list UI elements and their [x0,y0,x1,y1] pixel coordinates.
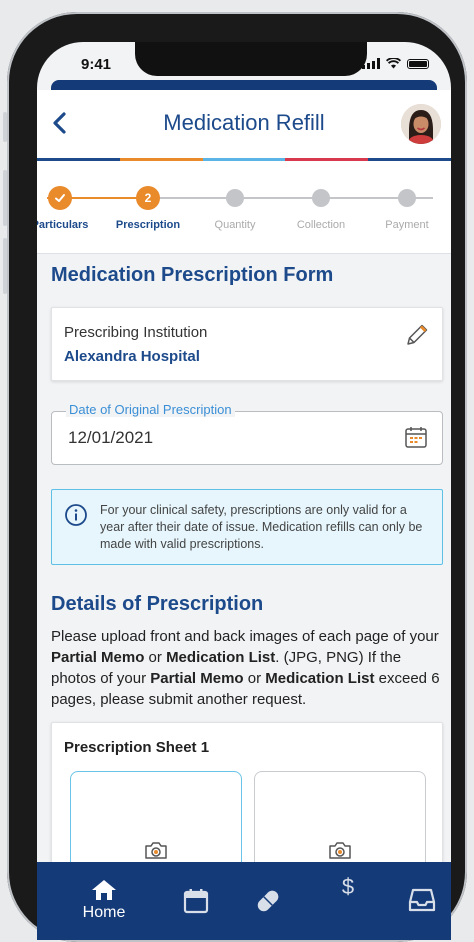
volume-down-button [3,238,7,294]
battery-icon [407,58,429,69]
step-quantity: Quantity [185,186,285,231]
step-pending-dot [226,189,244,207]
volume-up-button [3,170,7,226]
validity-info-box: For your clinical safety, prescriptions … [51,489,443,565]
dollar-icon: $ [341,874,355,899]
step-payment: Payment [357,186,451,231]
prescribing-institution-card: Prescribing Institution Alexandra Hospit… [51,307,443,381]
step-label: Payment [385,219,429,231]
step-pending-dot [312,189,330,207]
tab-home[interactable]: Home [63,862,145,940]
step-number: 2 [136,186,160,210]
phone-frame: 9:41 Medication Refill Particulars 2 Pre… [3,12,467,942]
edit-institution-button[interactable] [404,322,430,348]
sheet-title: Prescription Sheet 1 [64,739,210,756]
form-title: Medication Prescription Form [51,264,334,286]
step-label: Quantity [214,219,256,231]
step-complete-dot [48,186,72,210]
date-value[interactable]: 12/01/2021 [68,428,153,448]
info-text: For your clinical safety, prescriptions … [100,503,423,551]
step-pending-dot [398,189,416,207]
tab-appointments[interactable] [155,862,237,940]
date-picker-button[interactable] [404,425,428,449]
pill-icon [257,890,279,912]
inbox-icon [408,888,436,912]
notch [135,42,367,76]
tab-label: Home [82,904,126,921]
pencil-icon [407,324,428,345]
date-field-label: Date of Original Prescription [66,402,235,417]
mute-switch [3,112,7,142]
details-title: Details of Prescription [51,593,264,615]
step-label: Collection [296,219,346,231]
app-header: Medication Refill [37,90,451,160]
step-collection: Collection [271,186,371,231]
progress-stepper: Particulars 2 Prescription Quantity Coll… [37,161,451,254]
upload-instructions: Please upload front and back images of e… [51,628,440,708]
camera-icon [145,842,167,859]
step-label: Prescription [115,219,181,231]
user-avatar-icon [401,104,441,144]
tab-inbox[interactable] [381,862,451,940]
form-content: Medication Prescription Form Prescribing… [51,264,443,940]
tab-medications[interactable] [227,862,309,940]
header-accent-strip [51,80,437,90]
info-icon [65,504,87,526]
institution-value: Alexandra Hospital [64,348,200,365]
institution-label: Prescribing Institution [64,324,208,341]
app-screen: 9:41 Medication Refill Particulars 2 Pre… [37,42,451,940]
tab-payments[interactable]: $ [307,862,389,940]
home-icon [92,880,116,900]
status-icons [362,58,429,69]
bottom-tab-bar: Home $ [37,862,451,940]
step-prescription[interactable]: 2 Prescription [98,186,198,231]
wifi-icon [386,58,401,69]
page-title: Medication Refill [163,110,325,135]
prescription-date-field[interactable]: Date of Original Prescription 12/01/2021 [51,402,443,465]
check-icon [55,194,65,202]
calendar-icon [183,889,209,914]
camera-icon [329,842,351,859]
avatar[interactable] [401,104,441,144]
status-time: 9:41 [81,56,112,73]
calendar-icon [405,427,427,448]
